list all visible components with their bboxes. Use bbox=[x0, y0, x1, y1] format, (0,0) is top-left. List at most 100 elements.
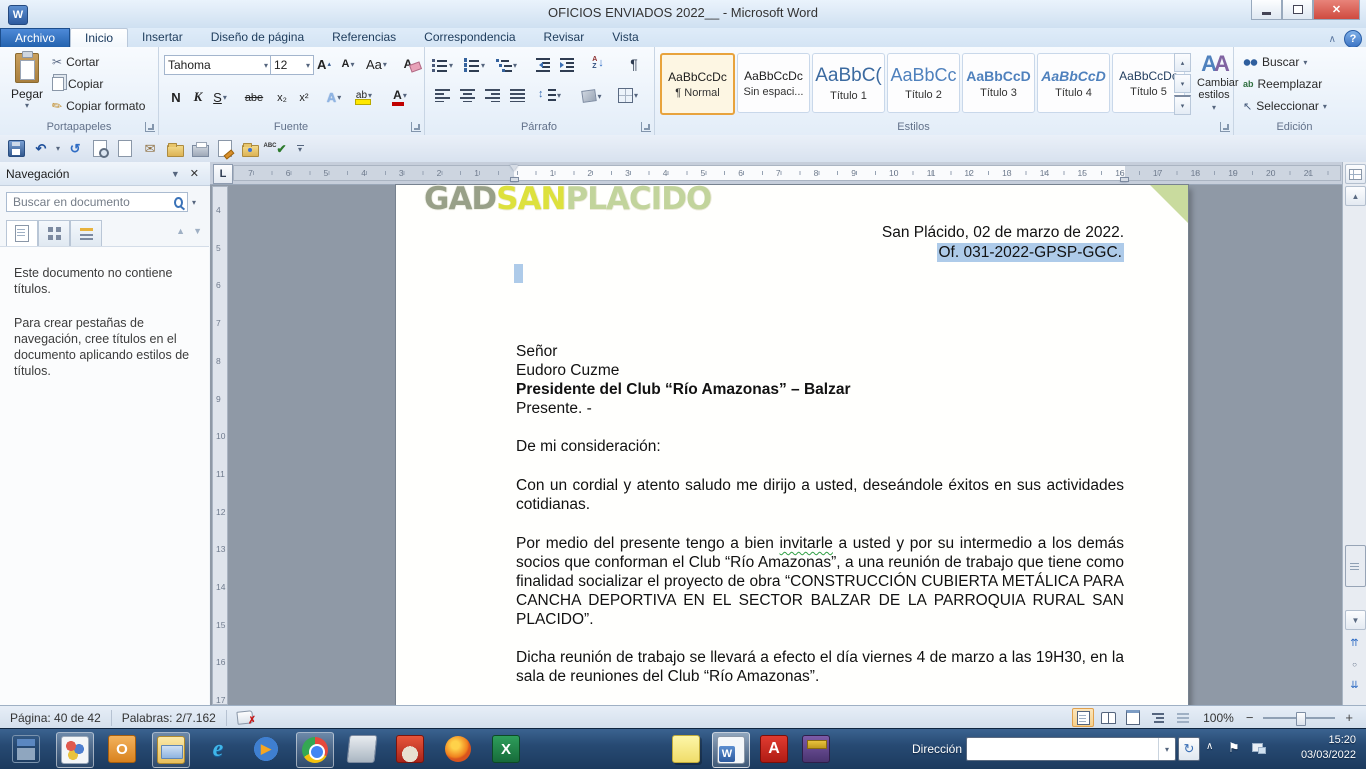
select-button[interactable]: ↖ Seleccionar ▾ bbox=[1243, 99, 1327, 113]
italic-button[interactable]: K bbox=[188, 87, 208, 107]
style-titulo-1[interactable]: AaBbC( Título 1 bbox=[812, 53, 885, 113]
tab-browse-pages[interactable] bbox=[38, 220, 70, 247]
taskbar-winrar-button[interactable] bbox=[798, 732, 834, 766]
previous-heading-icon[interactable]: ▲ bbox=[176, 226, 185, 236]
find-button[interactable]: Buscar ▾ bbox=[1243, 55, 1307, 69]
v-ruler[interactable]: 4567891011121314151617 bbox=[212, 186, 228, 705]
change-case-button[interactable]: Aa ▾ bbox=[366, 54, 387, 74]
close-button[interactable]: ✕ bbox=[1313, 0, 1360, 20]
bullets-button[interactable]: ▾ bbox=[432, 55, 453, 75]
justify-button[interactable] bbox=[507, 85, 527, 105]
close-pane-icon[interactable]: ✕ bbox=[185, 167, 204, 180]
search-input[interactable] bbox=[11, 194, 170, 210]
scroll-up-button[interactable]: ▲ bbox=[1345, 186, 1366, 206]
align-right-button[interactable] bbox=[482, 85, 502, 105]
clear-formatting-button[interactable]: A bbox=[398, 54, 418, 74]
align-center-button[interactable] bbox=[457, 85, 477, 105]
tab-browse-results[interactable] bbox=[70, 220, 102, 247]
show-marks-button[interactable]: ¶ bbox=[624, 54, 644, 74]
email-button[interactable]: ✉ bbox=[140, 139, 160, 159]
scroll-down-button[interactable]: ▼ bbox=[1345, 610, 1366, 630]
strikethrough-button[interactable]: abe bbox=[244, 88, 264, 108]
change-styles-button[interactable]: AA Cambiar estilos ▾ bbox=[1197, 51, 1231, 114]
shading-button[interactable]: ▾ bbox=[582, 86, 602, 106]
dialog-launcher-icon[interactable] bbox=[411, 122, 421, 132]
style-titulo-2[interactable]: AaBbCc Título 2 bbox=[887, 53, 960, 113]
style-titulo-4[interactable]: AaBbCcD Título 4 bbox=[1037, 53, 1110, 113]
address-input[interactable]: ▾ bbox=[966, 737, 1176, 761]
increase-indent-button[interactable] bbox=[558, 55, 578, 75]
gallery-more-button[interactable]: ▾ bbox=[1174, 95, 1191, 115]
scrollbar-thumb[interactable] bbox=[1345, 545, 1366, 587]
align-left-button[interactable] bbox=[432, 85, 452, 105]
taskbar-chrome-button[interactable] bbox=[296, 732, 334, 768]
replace-button[interactable]: ab Reemplazar bbox=[1243, 77, 1322, 91]
taskbar-paint-button[interactable] bbox=[56, 732, 94, 768]
full-screen-reading-button[interactable] bbox=[1097, 708, 1119, 727]
taskbar-calculator-button[interactable] bbox=[8, 732, 44, 766]
restore-button[interactable] bbox=[1282, 0, 1313, 20]
ruler-toggle-button[interactable] bbox=[1345, 164, 1366, 184]
tab-vista[interactable]: Vista bbox=[598, 28, 652, 47]
proofing-status[interactable]: ✗ bbox=[227, 706, 263, 729]
highlight-button[interactable]: ab ▾ bbox=[354, 85, 374, 105]
dialog-launcher-icon[interactable] bbox=[145, 122, 155, 132]
taskbar-explorer-button[interactable] bbox=[152, 732, 190, 768]
clock[interactable]: 15:20 03/03/2022 bbox=[1301, 733, 1356, 763]
select-browse-object-button[interactable]: ○ bbox=[1345, 655, 1364, 673]
previous-page-button[interactable]: ⇈ bbox=[1345, 634, 1364, 652]
word-count[interactable]: Palabras: 2/7.162 bbox=[112, 706, 226, 729]
tab-insertar[interactable]: Insertar bbox=[128, 28, 197, 47]
zoom-slider-thumb[interactable] bbox=[1296, 712, 1306, 726]
dialog-launcher-icon[interactable] bbox=[641, 122, 651, 132]
superscript-button[interactable]: x² bbox=[294, 88, 314, 108]
next-page-button[interactable]: ⇊ bbox=[1345, 676, 1364, 694]
page-indicator[interactable]: Página: 40 de 42 bbox=[0, 706, 111, 729]
print-preview-button[interactable] bbox=[90, 139, 110, 159]
action-center-flag-icon[interactable]: ⚑ bbox=[1228, 740, 1240, 756]
text-effects-button[interactable]: A ▾ bbox=[324, 87, 344, 107]
bold-button[interactable]: N bbox=[166, 87, 186, 107]
zoom-in-button[interactable]: + bbox=[1342, 710, 1356, 725]
taskbar-word-button[interactable]: W bbox=[712, 732, 750, 768]
taskbar-outlook-button[interactable]: O bbox=[104, 732, 140, 766]
spelling-button[interactable]: ABC✔ bbox=[265, 139, 285, 159]
sort-button[interactable]: A Z ↓ bbox=[588, 53, 608, 73]
undo-button[interactable]: ↶ bbox=[31, 139, 51, 159]
minimize-button[interactable] bbox=[1251, 0, 1282, 20]
tab-selector-button[interactable]: L bbox=[213, 164, 233, 184]
collapse-ribbon-icon[interactable]: ∧ bbox=[1329, 34, 1336, 45]
chevron-down-icon[interactable]: ▾ bbox=[1158, 738, 1175, 760]
search-options-icon[interactable]: ▾ bbox=[192, 198, 196, 207]
draft-view-button[interactable] bbox=[1172, 708, 1194, 727]
underline-button[interactable]: S ▾ bbox=[210, 87, 230, 107]
tab-browse-headings[interactable] bbox=[6, 220, 38, 247]
multilevel-list-button[interactable]: ▾ bbox=[496, 55, 517, 75]
tab-referencias[interactable]: Referencias bbox=[318, 28, 410, 47]
web-layout-button[interactable] bbox=[1122, 708, 1144, 727]
new-folder-button[interactable] bbox=[240, 139, 260, 159]
taskbar-sticky-notes-button[interactable] bbox=[668, 732, 704, 766]
taskbar-internet-explorer-button[interactable]: e bbox=[200, 732, 236, 766]
dialog-launcher-icon[interactable] bbox=[1220, 122, 1230, 132]
network-icon[interactable] bbox=[1252, 743, 1266, 754]
borders-button[interactable]: ▾ bbox=[618, 85, 638, 105]
taskbar-autocad-button[interactable]: A bbox=[756, 732, 792, 766]
print-layout-view-button[interactable] bbox=[1072, 708, 1094, 727]
open-button[interactable] bbox=[165, 139, 185, 159]
taskbar-media-player-button[interactable]: ▶ bbox=[248, 732, 284, 766]
taskbar-firefox-button[interactable] bbox=[440, 732, 476, 766]
subscript-button[interactable]: x₂ bbox=[272, 88, 292, 108]
chevron-down-icon[interactable]: ▾ bbox=[56, 144, 60, 153]
tab-archivo[interactable]: Archivo bbox=[0, 28, 70, 47]
taskbar-burner-button[interactable] bbox=[392, 732, 428, 766]
quick-print-button[interactable] bbox=[190, 139, 210, 159]
shrink-font-button[interactable]: A ▾ bbox=[338, 54, 358, 74]
decrease-indent-button[interactable] bbox=[534, 55, 554, 75]
tab-inicio[interactable]: Inicio bbox=[70, 28, 128, 47]
taskbar-excel-button[interactable]: X bbox=[488, 732, 524, 766]
font-size-select[interactable]: 12 ▾ bbox=[270, 55, 314, 75]
edit-button[interactable] bbox=[215, 139, 235, 159]
save-button[interactable] bbox=[6, 139, 26, 159]
grow-font-button[interactable]: A ▴ bbox=[314, 54, 334, 74]
